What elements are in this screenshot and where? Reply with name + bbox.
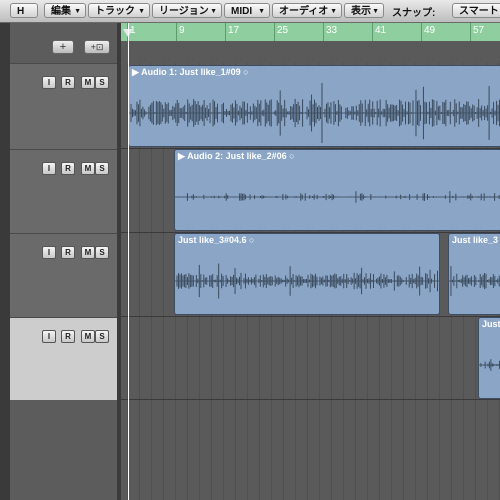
record-enable-button[interactable]: R [61,330,75,343]
track-header-3[interactable]: 3 I R M S [0,233,117,317]
ruler-label: 17 [228,25,240,36]
ruler-tick [470,23,471,41]
waveform [449,266,500,296]
record-enable-button[interactable]: R [61,76,75,89]
mute-button[interactable]: M [81,162,95,175]
input-monitor-button[interactable]: I [42,246,56,259]
region-menu[interactable]: リージョン ▼ [152,3,222,18]
ruler-tick [176,23,177,41]
view-menu-label: 表示 [351,6,371,17]
track-header-4[interactable]: 4 I R M S [0,317,117,400]
snap-label: スナップ: [392,8,436,19]
ruler-tick [274,23,275,41]
ruler-label: 33 [326,25,338,36]
mute-button[interactable]: M [81,330,95,343]
input-monitor-button[interactable]: I [42,76,56,89]
bar-ruler[interactable]: 1 9 17 25 33 41 49 57 [121,23,500,42]
record-enable-button[interactable]: R [61,162,75,175]
lane-divider [121,399,500,400]
menu-bar: H 編集 ▼ トラック ▼ リージョン ▼ MIDI ▼ オーディオ ▼ 表示 ▼ スナップ… [0,0,500,23]
audio-region-4[interactable]: Just like_3 [448,233,500,315]
audio-region-1[interactable]: ▶ Audio 1: Just like_1#09 ○ [128,65,500,147]
solo-button[interactable]: S [95,330,109,343]
track-header-2[interactable]: 2 I R M S [0,149,117,233]
dropdown-arrow-icon: ▼ [138,8,145,15]
h-button-label: H [17,6,25,17]
edit-menu-label: 編集 [51,6,71,17]
solo-button[interactable]: S [95,76,109,89]
dropdown-arrow-icon: ▼ [372,8,379,15]
playhead[interactable] [128,23,129,500]
track-menu-label: トラック [95,6,135,17]
input-monitor-button[interactable]: I [42,162,56,175]
mute-button[interactable]: M [81,246,95,259]
add-icon: + [59,41,67,53]
midi-menu[interactable]: MIDI ▼ [224,3,270,18]
solo-button[interactable]: S [95,246,109,259]
edit-menu[interactable]: 編集 ▼ [44,3,86,18]
h-button[interactable]: H [10,3,38,18]
dropdown-arrow-icon: ▼ [74,8,81,15]
snap-select[interactable]: スマート [452,3,500,18]
audio-menu-label: オーディオ [279,6,329,17]
audio-region-2[interactable]: ▶ Audio 2: Just like_2#06 ○ [174,149,500,231]
ruler-label: 9 [179,25,185,36]
region-menu-label: リージョン [159,6,209,17]
ruler-lower-strip[interactable] [121,41,500,63]
lane-divider [121,316,500,317]
region-title: Just [482,319,500,329]
ruler-tick [372,23,373,41]
solo-button[interactable]: S [95,162,109,175]
ruler-tick [323,23,324,41]
panel-edge [0,23,10,500]
ruler-label: 57 [473,25,485,36]
track-menu[interactable]: トラック ▼ [88,3,150,18]
region-title: ▶ Audio 2: Just like_2#06 ○ [178,151,295,161]
ruler-label: 49 [424,25,436,36]
waveform [129,83,500,143]
ruler-tick [225,23,226,41]
record-enable-button[interactable]: R [61,246,75,259]
audio-region-5[interactable]: Just [478,317,500,399]
region-title: Just like_3#04.6 ○ [178,235,255,245]
ruler-label: 41 [375,25,387,36]
folder-add-icon: +⊡ [90,42,104,52]
audio-region-3[interactable]: Just like_3#04.6 ○ [174,233,440,315]
arrange-area[interactable]: ▶ Audio 1: Just like_1#09 ○ ▶ Audio 2: J… [121,63,500,500]
dropdown-arrow-icon: ▼ [330,8,337,15]
mute-button[interactable]: M [81,76,95,89]
ruler-tick [421,23,422,41]
dropdown-arrow-icon: ▼ [210,8,217,15]
view-menu[interactable]: 表示 ▼ [344,3,384,18]
add-folder-button[interactable]: +⊡ [84,40,110,54]
snap-select-value: スマート [459,6,499,17]
input-monitor-button[interactable]: I [42,330,56,343]
waveform [175,263,439,299]
waveform [175,191,500,203]
audio-menu[interactable]: オーディオ ▼ [272,3,342,18]
track-header-1[interactable]: 1 I R M S [0,63,117,149]
midi-menu-label: MIDI [231,6,253,17]
region-title: ▶ Audio 1: Just like_1#09 ○ [132,67,249,77]
add-track-button[interactable]: + [52,40,74,54]
dropdown-arrow-icon: ▼ [258,8,265,15]
region-title: Just like_3 [452,235,499,245]
ruler-label: 25 [277,25,289,36]
waveform [479,359,500,371]
